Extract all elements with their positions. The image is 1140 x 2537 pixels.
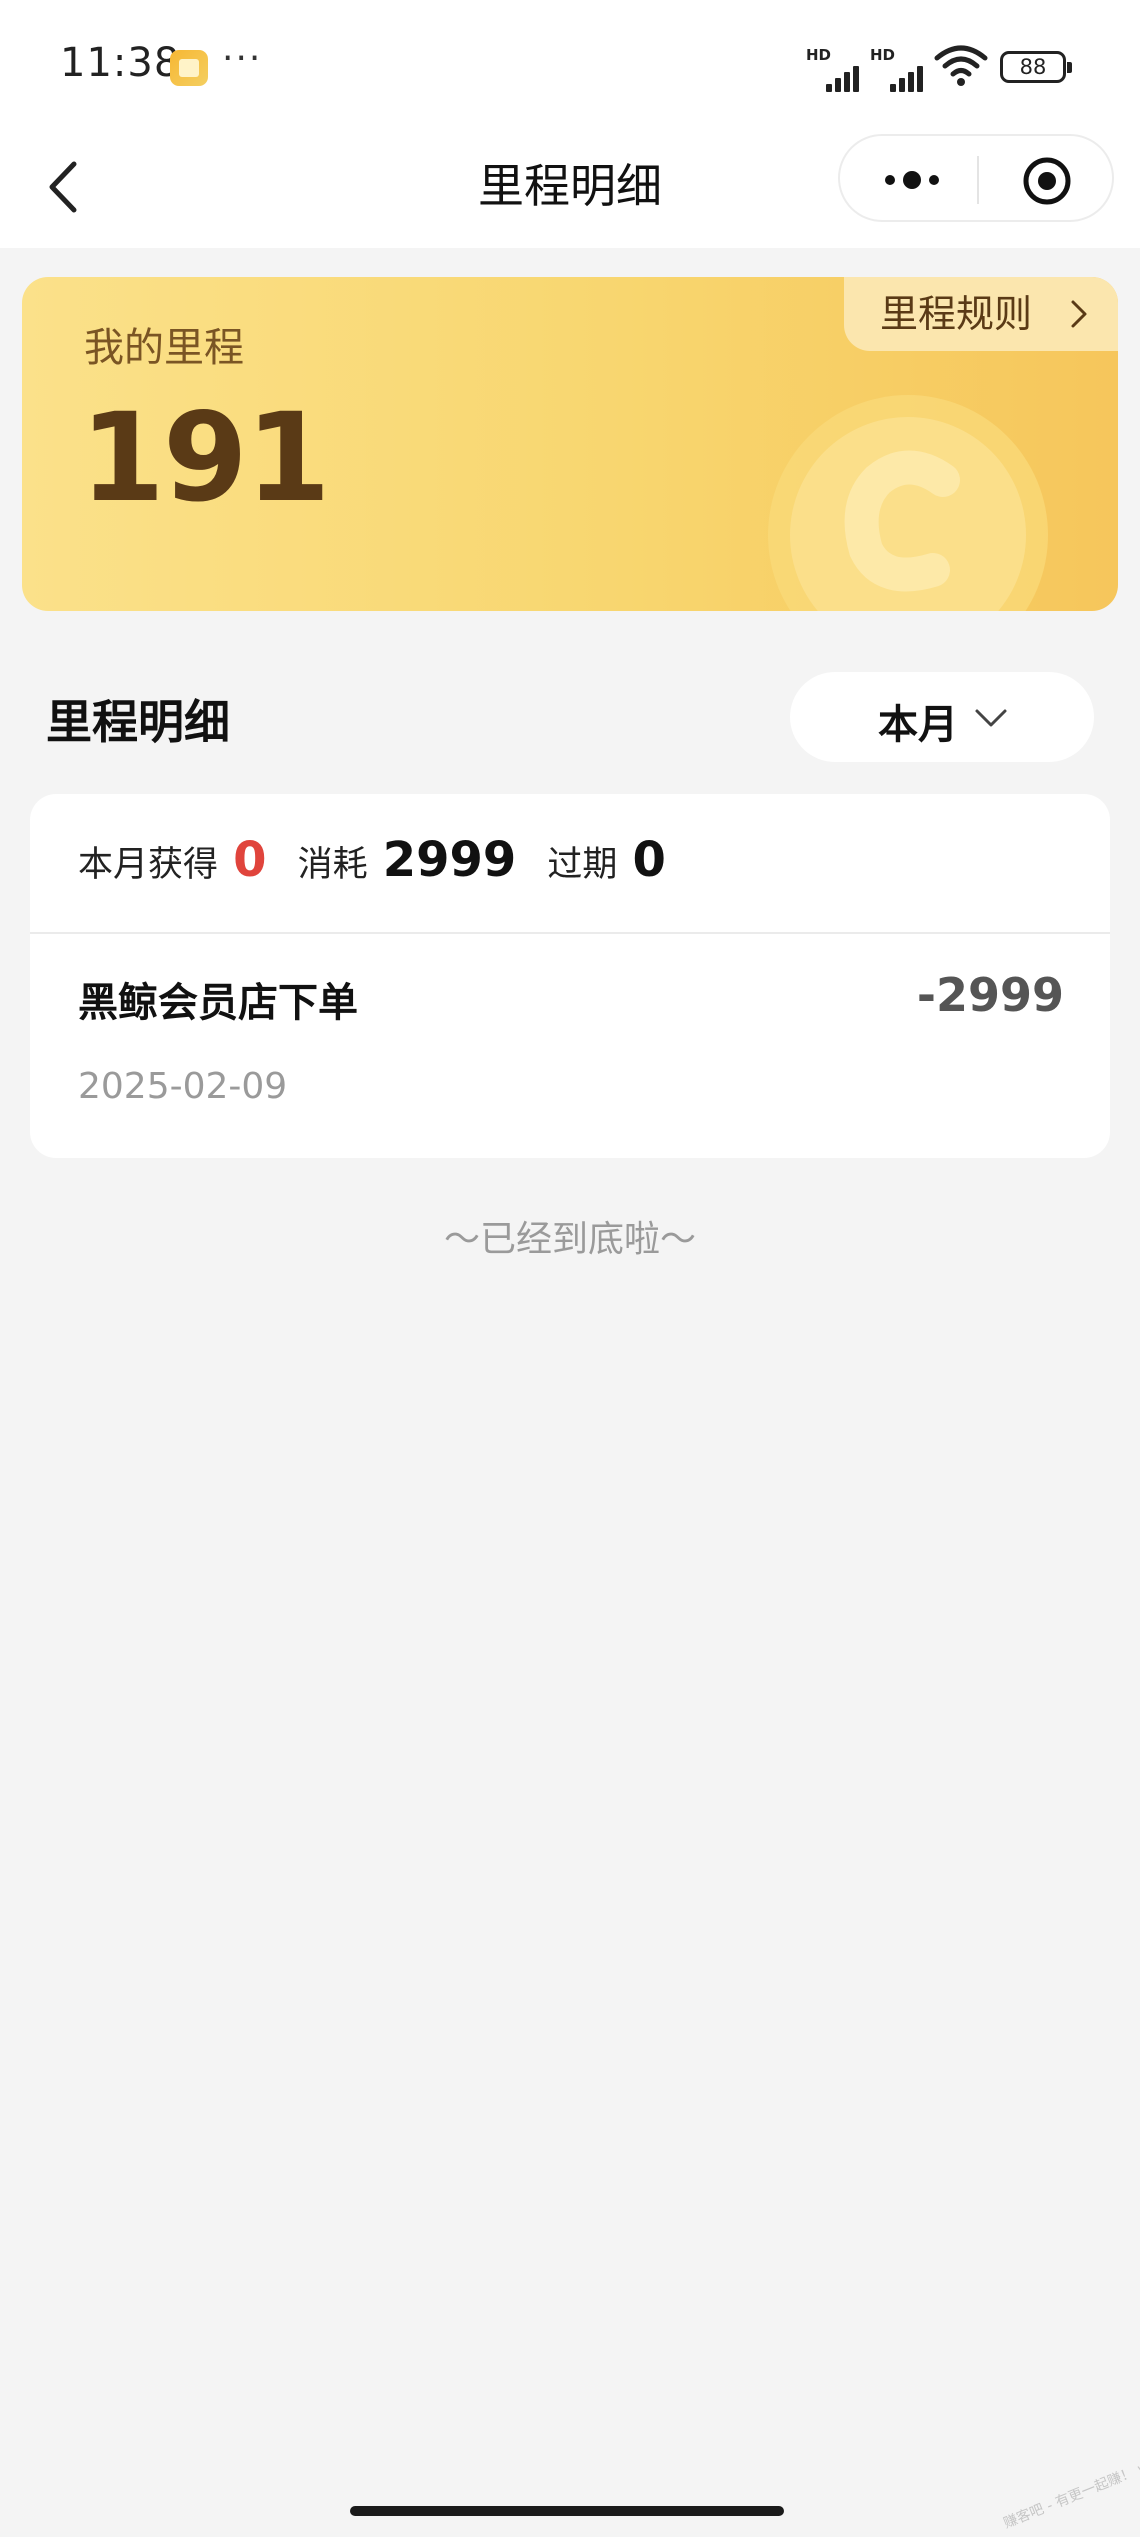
status-more-icon: ··· [222,38,263,79]
record-amount: -2999 [916,968,1064,1022]
detail-panel: 本月获得 0 消耗 2999 过期 0 黑鲸会员店下单 -2999 2025-0… [30,794,1110,1158]
summary-row: 本月获得 0 消耗 2999 过期 0 [78,832,692,892]
back-button[interactable] [40,154,90,220]
earned-value: 0 [233,832,267,888]
nav-bar: 里程明细 [0,132,1140,248]
signal-hd-label: HD [806,46,832,64]
battery-indicator: 88 [1000,51,1072,83]
status-bar: 11:38 ··· HD HD 88 [0,0,1140,132]
end-of-list-hint: ～已经到底啦～ [443,1219,696,1260]
coin-icon [768,395,1048,611]
record-date: 2025-02-09 [78,1066,288,1107]
mileage-value: 191 [80,387,331,529]
period-select-label: 本月 [878,702,958,748]
expired-label: 过期 [547,845,618,885]
target-circle-icon[interactable] [1022,156,1072,206]
mileage-rules-label: 里程规则 [880,292,1033,336]
home-indicator[interactable] [350,2506,784,2516]
wifi-icon [934,45,988,86]
mileage-card: 我的里程 191 里程规则 [22,277,1118,611]
mini-program-capsule [838,134,1114,222]
signal-hd-label-2: HD [870,46,896,64]
notification-app-icon [170,50,208,86]
period-select[interactable]: 本月 [790,672,1094,762]
chevron-right-icon [1071,300,1087,328]
mileage-label: 我的里程 [84,325,244,371]
divider [30,932,1110,934]
chevron-down-icon [975,709,1007,727]
record-title: 黑鲸会员店下单 [78,980,358,1026]
capsule-divider [977,156,979,204]
expired-value: 0 [632,832,666,888]
mileage-rules-link[interactable]: 里程规则 [844,277,1118,351]
section-title: 里程明细 [46,695,230,749]
watermark: 赚客吧 - 有更一起赚！ www.zuanke8.com [1001,2413,1140,2532]
status-time: 11:38 [60,40,181,86]
spent-label: 消耗 [297,845,368,885]
spent-value: 2999 [382,832,517,888]
more-dots-icon[interactable] [880,154,944,206]
earned-label: 本月获得 [78,845,219,885]
